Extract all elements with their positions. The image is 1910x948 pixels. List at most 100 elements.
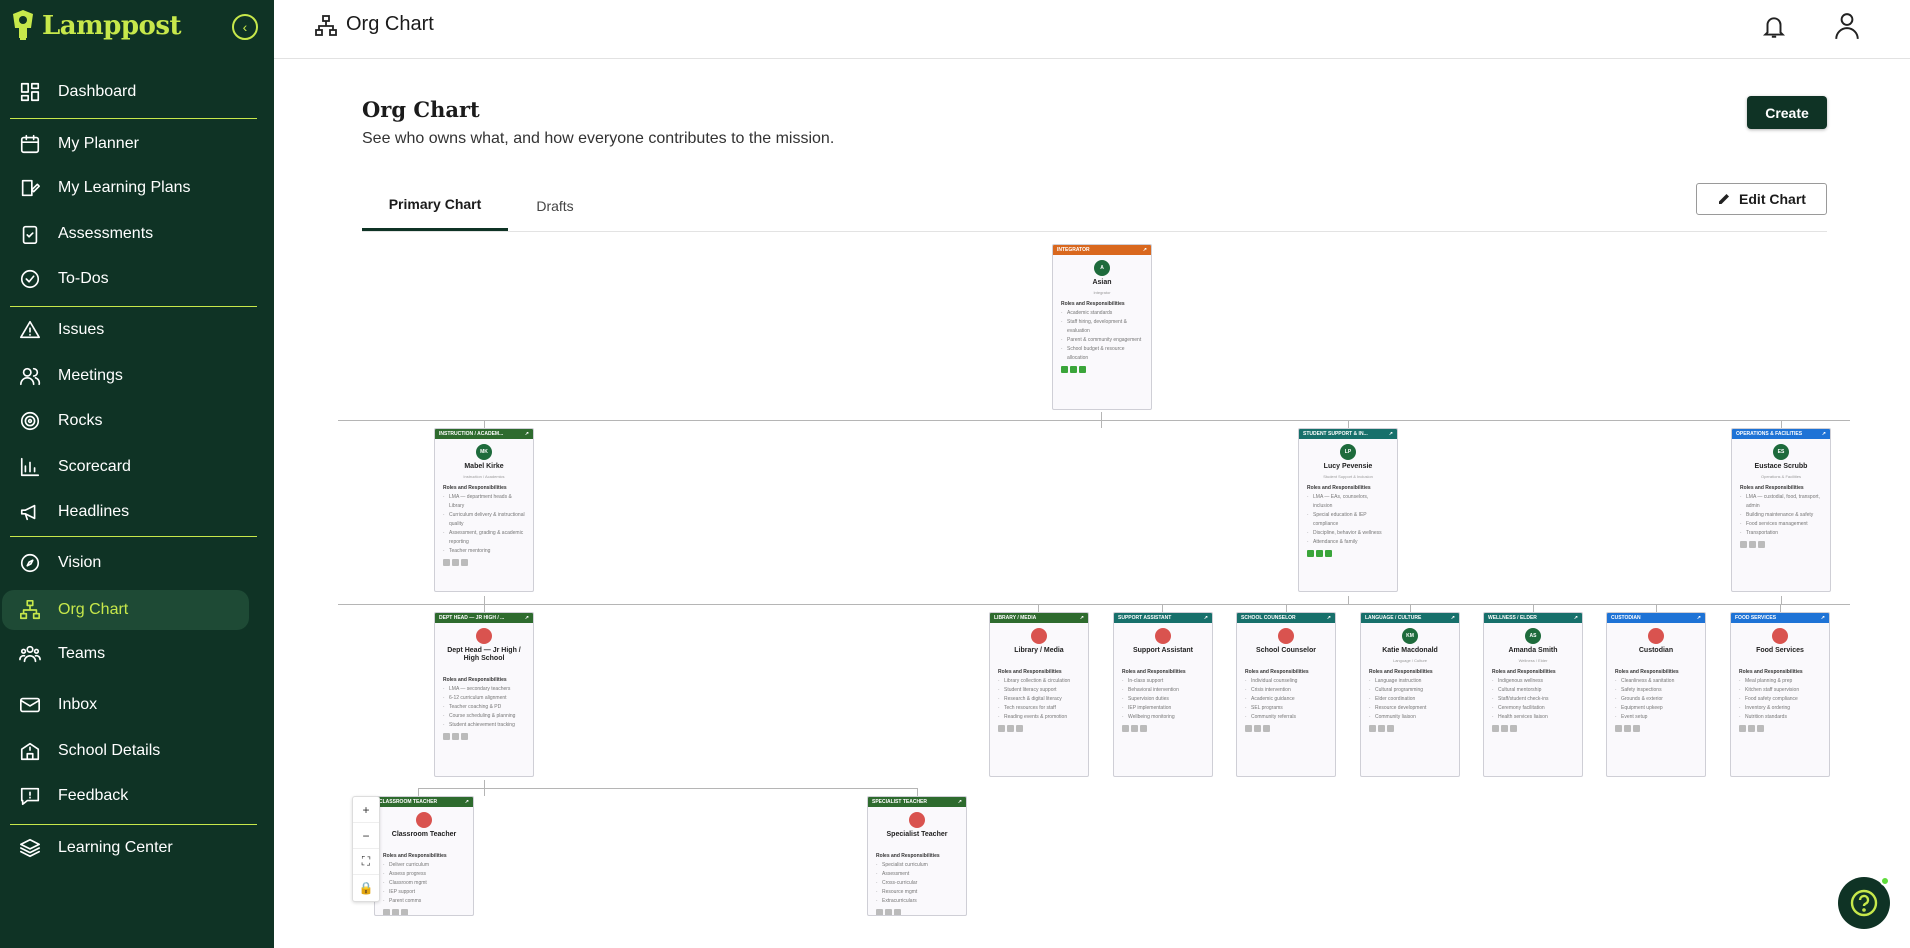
sidebar-item-vision[interactable]: Vision (10, 543, 248, 583)
responsibility-item: Student achievement tracking (443, 721, 525, 730)
responsibility-item: Nutrition standards (1739, 713, 1821, 722)
responsibility-item: 6-12 curriculum alignment (443, 694, 525, 703)
sidebar-item-my-learning-plans[interactable]: My Learning Plans (10, 168, 248, 208)
responsibility-list: Library collection & circulationStudent … (990, 677, 1088, 722)
tab-drafts[interactable]: Drafts (508, 180, 602, 231)
open-card-icon[interactable]: ↗ (1822, 431, 1826, 437)
org-card[interactable]: LANGUAGE / CULTURE ↗ KM Katie Macdonald Lang… (1360, 612, 1460, 777)
card-section-label: Roles and Responsibilities (1245, 669, 1309, 675)
org-card[interactable]: FOOD SERVICES ↗ Food Services Roles and Res… (1730, 612, 1830, 777)
responsibility-item: Academic guidance (1245, 695, 1327, 704)
org-chart-canvas[interactable]: INTEGRATOR ↗ A Asian Integrator Roles and Res… (338, 240, 1850, 916)
open-card-icon[interactable]: ↗ (1697, 615, 1701, 621)
collapse-sidebar-button[interactable]: ‹ (232, 14, 258, 40)
responsibility-item: IEP implementation (1122, 704, 1204, 713)
sidebar-item-assessments[interactable]: Assessments (10, 214, 248, 254)
responsibility-item: LMA — custodial, food, transport, admin (1740, 493, 1822, 511)
responsibility-item: Curriculum delivery & instructional qual… (443, 511, 525, 529)
card-name: Mabel Kirke (464, 463, 504, 470)
open-card-icon[interactable]: ↗ (1080, 615, 1084, 621)
sidebar-item-rocks[interactable]: Rocks (10, 401, 248, 441)
avatar: ES (1773, 444, 1789, 460)
sidebar-item-feedback[interactable]: Feedback (10, 776, 248, 816)
sidebar-item-headlines[interactable]: Headlines (10, 492, 248, 532)
sidebar-item-dashboard[interactable]: Dashboard (10, 72, 248, 112)
zoom-in-button[interactable]: + (353, 797, 379, 823)
avatar: A (1094, 260, 1110, 276)
create-button[interactable]: Create (1747, 96, 1827, 129)
open-card-icon[interactable]: ↗ (1327, 615, 1331, 621)
bar-chart-icon (18, 455, 42, 479)
card-role: INSTRUCTION / ACADEM... (439, 431, 504, 437)
responsibility-list: Individual counselingCrisis intervention… (1237, 677, 1335, 722)
sidebar-item-to-dos[interactable]: To-Dos (10, 259, 248, 299)
card-role: SPECIALIST TEACHER (872, 799, 928, 805)
org-card[interactable]: WELLNESS / ELDER ↗ AS Amanda Smith Wellness … (1483, 612, 1583, 777)
sidebar-item-label: To-Dos (58, 270, 109, 287)
sidebar-item-label: Vision (58, 554, 102, 571)
org-card[interactable]: STUDENT SUPPORT & IN... ↗ LP Lucy Pevensie S… (1298, 428, 1398, 592)
sidebar-item-scorecard[interactable]: Scorecard (10, 447, 248, 487)
zoom-out-button[interactable]: − (353, 823, 379, 849)
edit-chart-button[interactable]: Edit Chart (1696, 183, 1827, 215)
app-logo[interactable]: Lamppost (10, 10, 182, 42)
org-card[interactable]: SCHOOL COUNSELOR ↗ School Counselor Roles a… (1236, 612, 1336, 777)
chart-connector (1780, 604, 1781, 612)
org-card[interactable]: SPECIALIST TEACHER ↗ Specialist Teacher Rol… (867, 796, 967, 916)
open-card-icon[interactable]: ↗ (465, 799, 469, 805)
org-card[interactable]: CUSTODIAN ↗ Custodian Roles and Responsibil… (1606, 612, 1706, 777)
chart-connector (418, 788, 419, 796)
avatar-initials: MK (480, 449, 488, 455)
open-card-icon[interactable]: ↗ (1574, 615, 1578, 621)
org-card[interactable]: OPERATIONS & FACILITIES ↗ ES Eustace Scrubb… (1731, 428, 1831, 592)
chart-connector (917, 788, 918, 796)
org-card[interactable]: LIBRARY / MEDIA ↗ Library / Media Roles and… (989, 612, 1089, 777)
sidebar-item-inbox[interactable]: Inbox (10, 685, 248, 725)
open-card-icon[interactable]: ↗ (525, 431, 529, 437)
sidebar-item-learning-center[interactable]: Learning Center (10, 828, 248, 868)
responsibility-item: In-class support (1122, 677, 1204, 686)
org-card[interactable]: INSTRUCTION / ACADEM... ↗ MK Mabel Kirke Ins… (434, 428, 534, 592)
tag-chip (1007, 725, 1014, 732)
avatar-initials: A (1100, 265, 1104, 271)
open-card-icon[interactable]: ↗ (1451, 615, 1455, 621)
tag-chip (1325, 550, 1332, 557)
user-profile-icon[interactable] (1834, 12, 1860, 40)
tag-chip (1369, 725, 1376, 732)
open-card-icon[interactable]: ↗ (958, 799, 962, 805)
responsibility-list: Specialist curriculumAssessmentCross-cur… (868, 861, 966, 906)
chart-connector (418, 788, 918, 789)
tag-chip (461, 733, 468, 740)
open-card-icon[interactable]: ↗ (1389, 431, 1393, 437)
sidebar-item-meetings[interactable]: Meetings (10, 356, 248, 396)
sidebar-item-org-chart[interactable]: Org Chart (2, 590, 249, 630)
sidebar-item-issues[interactable]: Issues (10, 310, 248, 350)
card-tags (1053, 363, 1151, 376)
fit-view-button[interactable]: ⛶ (353, 849, 379, 875)
avatar: LP (1340, 444, 1356, 460)
org-card[interactable]: SUPPORT ASSISTANT ↗ Support Assistant Roles… (1113, 612, 1213, 777)
clipboard-check-icon (18, 222, 42, 246)
sidebar-item-label: My Planner (58, 135, 139, 152)
org-card[interactable]: INTEGRATOR ↗ A Asian Integrator Roles and Res… (1052, 244, 1152, 410)
responsibility-item: Academic standards (1061, 309, 1143, 318)
sidebar-item-teams[interactable]: Teams (10, 634, 248, 674)
sidebar-item-school-details[interactable]: School Details (10, 731, 248, 771)
notifications-bell-icon[interactable] (1761, 14, 1787, 40)
open-card-icon[interactable]: ↗ (1143, 247, 1147, 253)
sidebar-item-my-planner[interactable]: My Planner (10, 124, 248, 164)
book-edit-icon (18, 176, 42, 200)
card-tags (1484, 722, 1582, 735)
lock-button[interactable]: 🔒 (353, 875, 379, 901)
open-card-icon[interactable]: ↗ (525, 615, 529, 621)
open-card-icon[interactable]: ↗ (1204, 615, 1208, 621)
tab-primary-chart[interactable]: Primary Chart (362, 180, 508, 231)
responsibility-item: Health services liaison (1492, 713, 1574, 722)
open-card-icon[interactable]: ↗ (1821, 615, 1825, 621)
tag-chip (1748, 725, 1755, 732)
org-card[interactable]: DEPT HEAD — JR HIGH / ... ↗ Dept Head — Jr… (434, 612, 534, 777)
responsibility-item: Assess progress (383, 870, 465, 879)
tag-chip (383, 909, 390, 915)
tag-chip (1016, 725, 1023, 732)
org-card[interactable]: CLASSROOM TEACHER ↗ Classroom Teacher Roles… (374, 796, 474, 916)
